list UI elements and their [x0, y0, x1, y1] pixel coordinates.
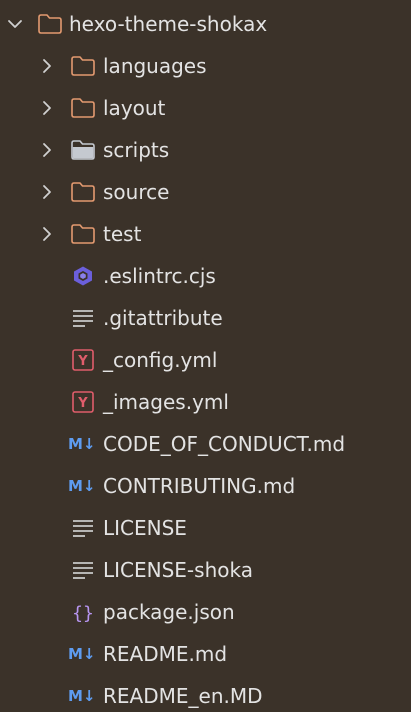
markdown-icon: M↓	[68, 687, 96, 705]
tree-item-label: .eslintrc.cjs	[103, 264, 216, 288]
tree-item-label: scripts	[103, 138, 170, 162]
chevron-down-icon[interactable]	[6, 15, 24, 33]
tree-item-file-eslintrc[interactable]: .eslintrc.cjs	[0, 255, 411, 297]
tree-item-folder-test[interactable]: test	[0, 213, 411, 255]
chevron-right-icon[interactable]	[38, 141, 56, 159]
yaml-icon: Y	[72, 349, 94, 371]
tree-item-folder-source[interactable]: source	[0, 171, 411, 213]
tree-item-label: package.json	[103, 600, 235, 624]
folder-icon	[38, 14, 62, 34]
chevron-right-icon[interactable]	[38, 183, 56, 201]
svg-text:Y: Y	[77, 354, 88, 369]
tree-item-label: _config.yml	[103, 348, 218, 372]
tree-item-label: layout	[103, 96, 166, 120]
tree-item-folder-layout[interactable]: layout	[0, 87, 411, 129]
tree-item-label: .gitattribute	[103, 306, 223, 330]
tree-item-label: README_en.MD	[103, 684, 263, 708]
tree-item-file-config-yml[interactable]: Y _config.yml	[0, 339, 411, 381]
json-icon: {}	[72, 603, 94, 624]
tree-item-label: CODE_OF_CONDUCT.md	[103, 432, 346, 456]
folder-icon	[71, 140, 95, 160]
tree-item-label: hexo-theme-shokax	[69, 12, 268, 36]
tree-item-label: LICENSE	[103, 516, 187, 540]
text-file-icon	[73, 562, 93, 579]
folder-icon	[71, 224, 95, 244]
tree-item-root[interactable]: hexo-theme-shokax	[0, 3, 411, 45]
tree-item-label: README.md	[103, 642, 228, 666]
markdown-icon: M↓	[68, 645, 96, 663]
tree-item-file-code-of-conduct[interactable]: M↓ CODE_OF_CONDUCT.md	[0, 423, 411, 465]
svg-text:{}: {}	[72, 603, 94, 624]
tree-item-file-readme-en[interactable]: M↓ README_en.MD	[0, 675, 411, 712]
tree-item-label: _images.yml	[103, 390, 229, 414]
chevron-right-icon[interactable]	[38, 99, 56, 117]
text-file-icon	[73, 310, 93, 327]
folder-icon	[71, 56, 95, 76]
tree-item-file-images-yml[interactable]: Y _images.yml	[0, 381, 411, 423]
text-file-icon	[73, 520, 93, 537]
tree-item-file-license-shoka[interactable]: LICENSE-shoka	[0, 549, 411, 591]
tree-item-file-readme[interactable]: M↓ README.md	[0, 633, 411, 675]
eslint-icon	[74, 266, 92, 286]
folder-icon	[71, 182, 95, 202]
tree-item-label: test	[103, 222, 142, 246]
project-file-tree: hexo-theme-shokax languages layout scrip…	[0, 0, 411, 712]
markdown-icon: M↓	[68, 477, 96, 495]
tree-item-label: source	[103, 180, 170, 204]
tree-item-folder-scripts[interactable]: scripts	[0, 129, 411, 171]
tree-item-file-contributing[interactable]: M↓ CONTRIBUTING.md	[0, 465, 411, 507]
tree-item-file-package-json[interactable]: {} package.json	[0, 591, 411, 633]
tree-item-file-license[interactable]: LICENSE	[0, 507, 411, 549]
tree-item-file-gitattribute[interactable]: .gitattribute	[0, 297, 411, 339]
tree-item-label: CONTRIBUTING.md	[103, 474, 296, 498]
markdown-icon: M↓	[68, 435, 96, 453]
chevron-right-icon[interactable]	[38, 57, 56, 75]
tree-item-folder-languages[interactable]: languages	[0, 45, 411, 87]
svg-text:Y: Y	[77, 396, 88, 411]
folder-icon	[71, 98, 95, 118]
yaml-icon: Y	[72, 391, 94, 413]
tree-item-label: languages	[103, 54, 207, 78]
chevron-right-icon[interactable]	[38, 225, 56, 243]
tree-item-label: LICENSE-shoka	[103, 558, 253, 582]
